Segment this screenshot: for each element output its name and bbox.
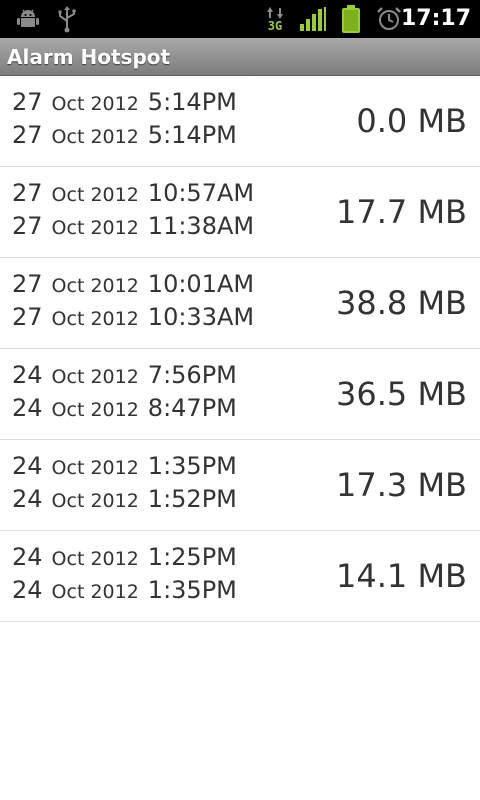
session-start-month: Oct 2012	[51, 275, 139, 297]
session-start-day: 27	[12, 179, 43, 207]
session-start-time: 1:25PM	[147, 543, 237, 571]
session-end-line: 27 Oct 2012 5:14PM	[12, 121, 237, 155]
alarm-clock-icon	[376, 0, 402, 38]
session-start-line: 24 Oct 2012 1:25PM	[12, 543, 237, 577]
session-end-time: 1:35PM	[147, 576, 237, 604]
session-end-line: 24 Oct 2012 1:52PM	[12, 485, 237, 519]
session-end-time: 5:14PM	[147, 121, 237, 149]
android-debug-icon	[16, 0, 40, 38]
session-start-time: 7:56PM	[147, 361, 237, 389]
data-3g-icon: 3G	[264, 0, 286, 38]
session-row[interactable]: 27 Oct 2012 10:57AM 27 Oct 2012 11:38AM 17.7 M…	[0, 167, 480, 258]
status-bar: 3G 17:17	[0, 0, 480, 38]
network-type-label: 3G	[267, 19, 283, 33]
session-start-month: Oct 2012	[51, 93, 139, 115]
session-end-month: Oct 2012	[51, 581, 139, 603]
session-end-time: 1:52PM	[147, 485, 237, 513]
session-list: 27 Oct 2012 5:14PM 27 Oct 2012 5:14PM 0.0 MB 27…	[0, 76, 480, 622]
session-data-size: 38.8 MB	[336, 284, 467, 322]
session-start-line: 27 Oct 2012 5:14PM	[12, 88, 237, 122]
session-end-time: 11:38AM	[147, 212, 255, 240]
session-start-month: Oct 2012	[51, 184, 139, 206]
battery-icon	[340, 0, 362, 38]
session-end-line: 27 Oct 2012 11:38AM	[12, 212, 254, 246]
status-clock: 17:17	[400, 6, 471, 31]
session-row[interactable]: 27 Oct 2012 10:01AM 27 Oct 2012 10:33AM 38.8 M…	[0, 258, 480, 349]
session-end-line: 24 Oct 2012 1:35PM	[12, 576, 237, 610]
session-data-size: 14.1 MB	[336, 557, 467, 595]
session-row[interactable]: 24 Oct 2012 1:25PM 24 Oct 2012 1:35PM 14.1 MB	[0, 531, 480, 622]
session-end-day: 27	[12, 212, 43, 240]
session-end-month: Oct 2012	[51, 399, 139, 421]
session-end-month: Oct 2012	[51, 490, 139, 512]
session-end-day: 24	[12, 576, 43, 604]
session-start-time: 1:35PM	[147, 452, 237, 480]
session-data-size: 36.5 MB	[336, 375, 467, 413]
session-end-line: 27 Oct 2012 10:33AM	[12, 303, 254, 337]
session-end-day: 24	[12, 485, 43, 513]
usb-icon	[56, 0, 78, 38]
session-start-day: 24	[12, 543, 43, 571]
session-end-day: 24	[12, 394, 43, 422]
session-start-time: 10:57AM	[147, 179, 255, 207]
session-start-month: Oct 2012	[51, 548, 139, 570]
session-start-line: 27 Oct 2012 10:57AM	[12, 179, 254, 213]
session-data-size: 17.7 MB	[336, 193, 467, 231]
session-start-month: Oct 2012	[51, 457, 139, 479]
session-start-month: Oct 2012	[51, 366, 139, 388]
session-end-month: Oct 2012	[51, 126, 139, 148]
session-end-time: 10:33AM	[147, 303, 255, 331]
session-start-day: 24	[12, 361, 43, 389]
session-start-line: 27 Oct 2012 10:01AM	[12, 270, 254, 304]
session-data-size: 0.0 MB	[356, 102, 467, 140]
session-end-month: Oct 2012	[51, 308, 139, 330]
session-start-day: 24	[12, 452, 43, 480]
session-start-time: 10:01AM	[147, 270, 255, 298]
session-end-day: 27	[12, 303, 43, 331]
session-start-day: 27	[12, 88, 43, 116]
session-end-line: 24 Oct 2012 8:47PM	[12, 394, 237, 428]
session-end-day: 27	[12, 121, 43, 149]
session-start-line: 24 Oct 2012 7:56PM	[12, 361, 237, 395]
session-row[interactable]: 24 Oct 2012 1:35PM 24 Oct 2012 1:52PM 17.3 MB	[0, 440, 480, 531]
session-row[interactable]: 24 Oct 2012 7:56PM 24 Oct 2012 8:47PM 36.5 MB	[0, 349, 480, 440]
session-start-time: 5:14PM	[147, 88, 237, 116]
app-title-bar: Alarm Hotspot	[0, 38, 480, 76]
app-title: Alarm Hotspot	[7, 45, 171, 69]
session-end-time: 8:47PM	[147, 394, 237, 422]
session-start-day: 27	[12, 270, 43, 298]
signal-icon	[299, 0, 327, 38]
session-data-size: 17.3 MB	[336, 466, 467, 504]
session-start-line: 24 Oct 2012 1:35PM	[12, 452, 237, 486]
session-end-month: Oct 2012	[51, 217, 139, 239]
session-row[interactable]: 27 Oct 2012 5:14PM 27 Oct 2012 5:14PM 0.0 MB	[0, 76, 480, 167]
